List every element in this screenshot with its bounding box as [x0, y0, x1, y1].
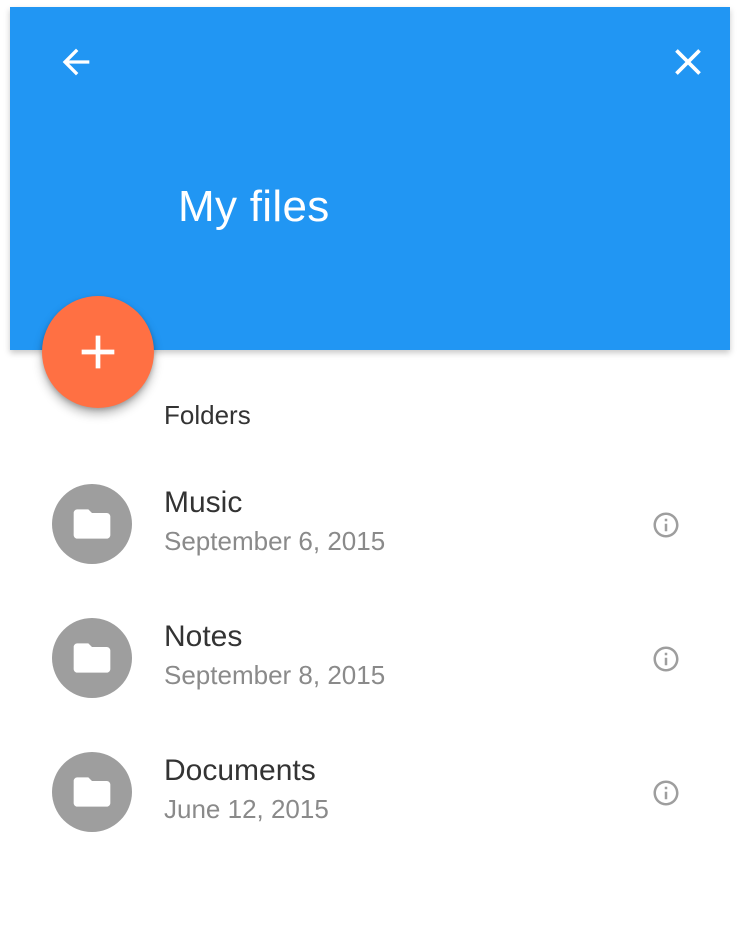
- list-item-date: September 6, 2015: [164, 526, 386, 556]
- info-button[interactable]: [646, 773, 686, 813]
- folder-icon: [73, 643, 111, 673]
- info-button[interactable]: [646, 505, 686, 545]
- list-item[interactable]: Notes September 8, 2015: [0, 598, 740, 718]
- list-item-title: Notes: [164, 620, 243, 653]
- list-item[interactable]: Music September 6, 2015: [0, 464, 740, 584]
- folders-subheader: Folders: [164, 400, 251, 430]
- back-button[interactable]: [48, 34, 104, 90]
- list-item-date: June 12, 2015: [164, 794, 329, 824]
- info-icon: [653, 780, 679, 806]
- page-title: My files: [178, 182, 330, 231]
- arrow-back-icon: [62, 48, 90, 76]
- list-item-title: Documents: [164, 754, 316, 787]
- folder-icon: [73, 509, 111, 539]
- folder-avatar: [52, 484, 132, 564]
- folder-avatar: [52, 618, 132, 698]
- page: My files Folders Music September 6, 2015…: [0, 0, 740, 926]
- app-bar: My files: [10, 7, 730, 350]
- close-icon: [675, 49, 701, 75]
- folder-icon: [73, 777, 111, 807]
- info-button[interactable]: [646, 639, 686, 679]
- info-icon: [653, 512, 679, 538]
- list-item[interactable]: Documents June 12, 2015: [0, 732, 740, 852]
- list-item-date: September 8, 2015: [164, 660, 386, 690]
- folder-avatar: [52, 752, 132, 832]
- add-button[interactable]: [42, 296, 154, 408]
- info-icon: [653, 646, 679, 672]
- list-item-title: Music: [164, 486, 243, 519]
- plus-icon: [81, 335, 115, 369]
- close-button[interactable]: [660, 34, 716, 90]
